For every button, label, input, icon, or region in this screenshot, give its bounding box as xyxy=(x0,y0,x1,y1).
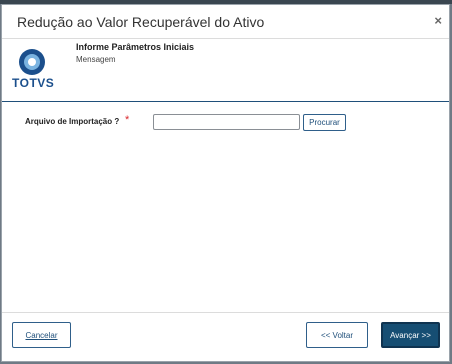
section-title: Informe Parâmetros Iniciais xyxy=(76,42,195,52)
close-icon[interactable]: × xyxy=(434,13,442,28)
section-subtitle: Mensagem xyxy=(76,55,116,64)
browse-button[interactable]: Procurar xyxy=(303,114,346,131)
footer-divider xyxy=(2,312,449,313)
title-divider xyxy=(2,38,449,39)
import-file-label: Arquivo de Importação ? xyxy=(25,117,120,126)
cancel-button[interactable]: Cancelar xyxy=(12,322,71,348)
header-divider xyxy=(2,101,449,102)
import-file-input[interactable] xyxy=(153,114,300,130)
logo-text: TOTVS xyxy=(12,76,55,90)
dialog-title: Redução ao Valor Recuperável do Ativo xyxy=(17,14,265,30)
wizard-dialog: Redução ao Valor Recuperável do Ativo × … xyxy=(1,4,450,362)
back-button[interactable]: << Voltar xyxy=(306,322,368,348)
required-marker: * xyxy=(125,114,130,126)
next-button[interactable]: Avançar >> xyxy=(381,322,440,348)
